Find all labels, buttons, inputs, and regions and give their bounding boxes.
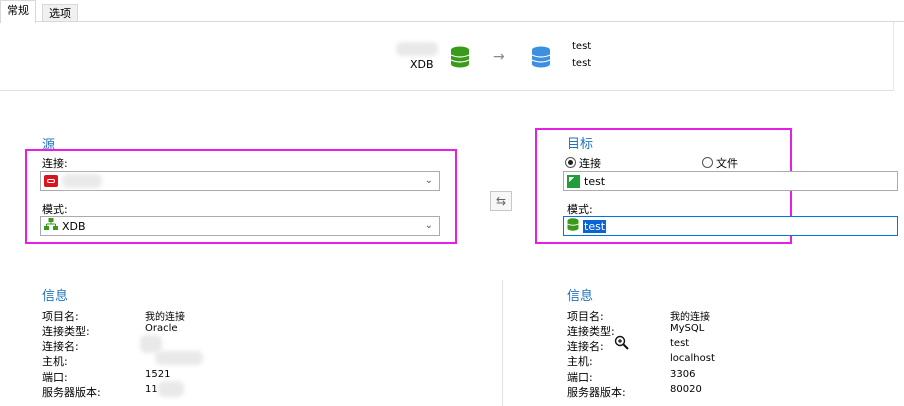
target-radio-file[interactable]: 文件 [702,155,738,171]
info-value: 11 [145,384,158,395]
info-key: 服务器版本: [42,386,101,399]
schema-tree-icon [44,218,58,234]
target-radio-connection[interactable]: 连接 [565,155,601,171]
tab-options[interactable]: 选项 [42,4,78,22]
target-radio-file-label: 文件 [716,157,738,170]
source-schema-value: XDB [62,219,86,233]
target-connection-select[interactable]: test [563,171,898,191]
info-value: 80020 [670,384,702,395]
source-connection-label: 连接: [42,157,68,170]
radio-unselected-icon [702,157,713,168]
info-key: 服务器版本: [567,386,626,399]
source-info-title: 信息 [42,289,69,304]
info-value: 1521 [145,369,171,380]
database-icon [567,218,579,234]
info-value: test [670,338,690,349]
info-value: 3306 [670,369,696,380]
info-key: 项目名: [42,310,79,323]
tab-general[interactable]: 常规 [0,0,36,23]
info-key: 连接名: [567,340,604,353]
header-target-schema: test [572,58,592,69]
redacted-version [158,381,184,397]
source-connection-select[interactable]: ⌄ [40,171,440,191]
source-schema-label: 模式: [42,203,68,216]
target-database-icon [531,46,551,68]
zoom-in-cursor-icon [614,335,630,354]
swap-arrows-icon: ⇆ [495,194,507,208]
info-key: 端口: [42,371,68,384]
chevron-down-icon: ⌄ [424,220,433,231]
source-database-icon [450,46,470,68]
info-value: localhost [670,353,715,364]
target-schema-label: 模式: [567,203,593,216]
target-schema-value: test [583,219,607,233]
tab-bar: 常规 选项 [0,0,904,23]
info-divider [502,280,503,406]
info-key: 主机: [42,355,68,368]
info-value: MySQL [670,323,705,334]
info-key: 连接名: [42,340,79,353]
target-info-title: 信息 [567,289,594,304]
redacted-connection-name [62,174,102,188]
header-target-connection: test [572,41,592,52]
info-key: 项目名: [567,310,604,323]
target-connection-value: test [584,174,606,188]
info-value: 我的连接 [670,312,710,323]
chevron-down-icon: ⌄ [424,175,433,186]
info-value: Oracle [145,323,178,334]
swap-button[interactable]: ⇆ [490,191,512,211]
arrow-right-icon: → [493,49,505,65]
redacted-source-name [396,42,438,56]
info-value: 我的连接 [145,312,185,323]
header-source-schema: XDB [410,58,434,71]
oracle-icon [44,175,58,187]
source-schema-select[interactable]: XDB ⌄ [40,216,440,236]
info-key: 端口: [567,371,593,384]
info-key: 连接类型: [567,325,615,338]
redacted-host [155,351,203,365]
radio-selected-icon [565,157,576,168]
mysql-connection-icon [567,174,580,188]
info-key: 主机: [567,355,593,368]
target-schema-input[interactable]: test [563,216,898,236]
transfer-summary-header [0,22,894,91]
info-key: 连接类型: [42,325,90,338]
target-radio-connection-label: 连接 [579,157,601,170]
